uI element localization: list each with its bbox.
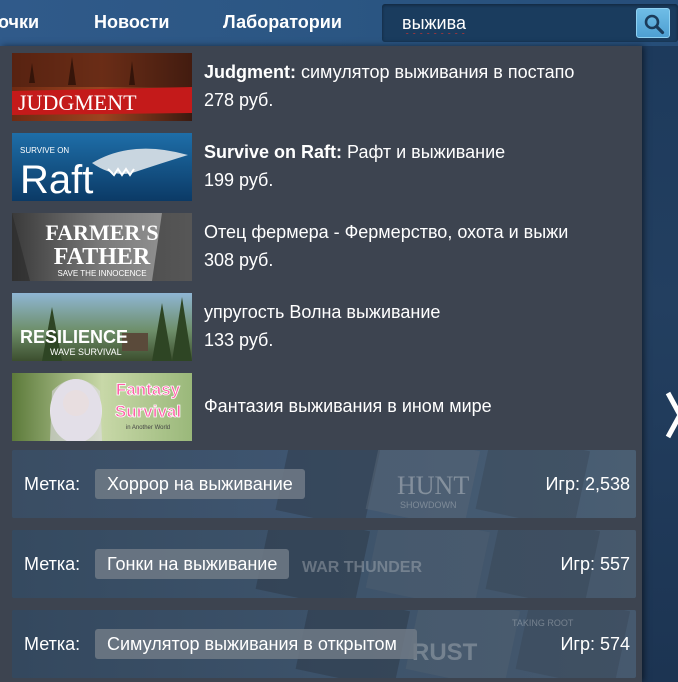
result-title: Отец фермера - Фермерство, охота и выжи — [204, 222, 569, 242]
tag-suggestion[interactable]: WAR THUNDER Метка: Гонки на выживание Иг… — [12, 530, 636, 598]
search-result-item[interactable]: RESILIENCE WAVE SURVIVAL упругость Волна… — [0, 288, 642, 366]
search-input[interactable] — [402, 12, 622, 34]
result-price: 133 руб. — [204, 330, 274, 350]
result-title: Фантазия выживания в ином мире — [204, 396, 492, 416]
thumbnail-title-line-2: Survival — [115, 402, 181, 421]
tag-name-pill: Гонки на выживание — [95, 549, 290, 579]
page: очки Новости Лаборатории выжива JUDGMENT… — [0, 0, 678, 682]
nav-item-news[interactable]: Новости — [94, 12, 169, 33]
result-title: Judgment: симулятор выживания в постапо — [204, 62, 575, 82]
game-thumbnail: Fantasy Survival in Another World — [12, 373, 192, 441]
thumbnail-subtitle: WAVE SURVIVAL — [50, 347, 122, 357]
game-thumbnail: RESILIENCE WAVE SURVIVAL — [12, 293, 192, 361]
thumbnail-title: RESILIENCE — [20, 327, 128, 347]
tag-game-count: Игр: 574 — [560, 634, 630, 654]
thumbnail-title-line-1: FARMER'S — [45, 220, 158, 245]
nav-item-points[interactable]: очки — [0, 12, 39, 33]
tag-prefix-label: Метка: — [24, 474, 81, 494]
thumbnail-subtitle: SURVIVE ON — [20, 146, 69, 155]
tag-prefix-label: Метка: — [24, 634, 81, 654]
top-navbar: очки Новости Лаборатории — [0, 0, 678, 46]
result-price: 278 руб. — [204, 90, 274, 110]
tag-background-title: WAR THUNDER — [302, 559, 422, 576]
thumbnail-title: Raft — [20, 158, 93, 201]
tag-prefix-label: Метка: — [24, 554, 81, 574]
tag-name-pill: Хоррор на выживание — [95, 469, 305, 499]
tag-name-pill: Симулятор выживания в открытом — [95, 629, 417, 659]
thumbnail-subtitle: in Another World — [126, 425, 170, 431]
thumbnail-subtitle: SAVE THE INNOCENCE — [57, 269, 146, 278]
search-icon — [644, 14, 665, 35]
tag-background-title: RUST — [412, 639, 478, 666]
tag-game-count: Игр: 557 — [560, 554, 630, 574]
chevron-right-icon[interactable] — [664, 385, 678, 445]
tag-background-title: HUNT — [397, 471, 469, 500]
game-thumbnail: JUDGMENT — [12, 53, 192, 121]
tag-game-count: Игр: 2,538 — [545, 474, 630, 494]
result-title: Survive on Raft: Рафт и выживание — [204, 142, 506, 162]
result-price: 308 руб. — [204, 250, 274, 270]
search-result-item[interactable]: Fantasy Survival in Another World Фантаз… — [0, 368, 642, 446]
search-button[interactable] — [636, 8, 670, 38]
nav-item-labs[interactable]: Лаборатории — [223, 12, 342, 33]
search-suggestions-dropdown: JUDGMENT Judgment: симулятор выживания в… — [0, 46, 642, 682]
thumbnail-title-line-1: Fantasy — [116, 380, 181, 399]
page-background-strip — [640, 46, 678, 682]
game-thumbnail: FARMER'S FATHER SAVE THE INNOCENCE — [12, 213, 192, 281]
result-title: упругость Волна выживание — [204, 302, 441, 322]
tag-suggestion[interactable]: RUST TAKING ROOT Метка: Симулятор выжива… — [12, 610, 636, 678]
search-result-item[interactable]: JUDGMENT Judgment: симулятор выживания в… — [0, 48, 642, 126]
search-result-item[interactable]: FARMER'S FATHER SAVE THE INNOCENCE Отец … — [0, 208, 642, 286]
search-box — [382, 4, 678, 42]
search-result-item[interactable]: SURVIVE ON Raft Survive on Raft: Рафт и … — [0, 128, 642, 206]
tag-suggestion[interactable]: HUNT SHOWDOWN Метка: Хоррор на выживание… — [12, 450, 636, 518]
thumbnail-title-line-2: FATHER — [54, 244, 151, 270]
tag-background-subtitle: SHOWDOWN — [400, 500, 457, 510]
tag-background-subtitle: TAKING ROOT — [512, 618, 574, 628]
result-price: 199 руб. — [204, 170, 274, 190]
thumbnail-title: JUDGMENT — [18, 90, 137, 115]
game-thumbnail: SURVIVE ON Raft — [12, 133, 192, 201]
